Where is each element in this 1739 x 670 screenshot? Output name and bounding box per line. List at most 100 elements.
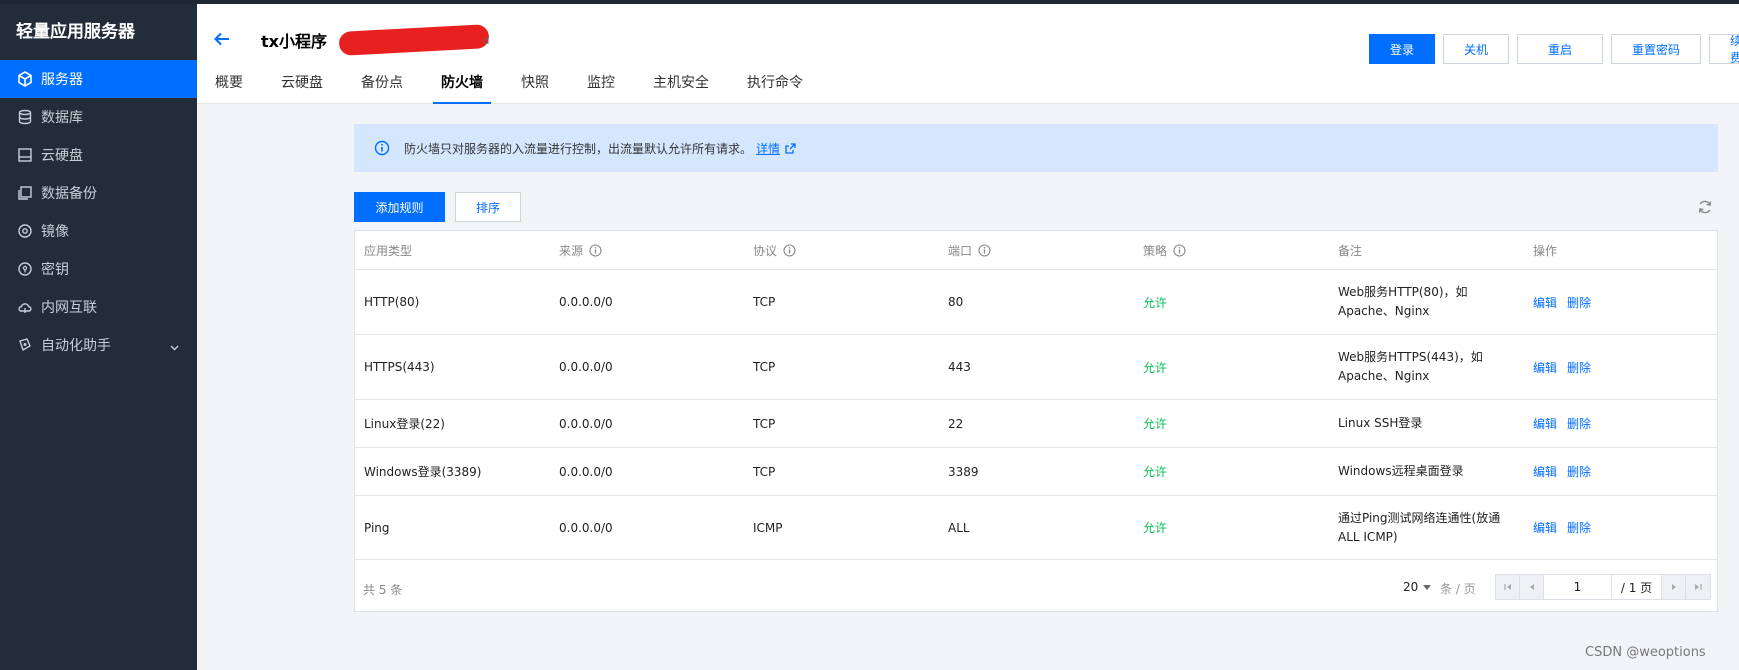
sidebar-item-servers[interactable]: 服务器 <box>0 60 197 98</box>
cell-type: HTTPS(443) <box>364 360 435 374</box>
back-arrow-icon[interactable] <box>213 30 231 48</box>
delete-link[interactable]: 删除 <box>1567 294 1591 311</box>
chevron-down-icon <box>170 339 179 355</box>
sidebar-item-label: 服务器 <box>41 72 83 88</box>
cell-source: 0.0.0.0/0 <box>559 416 613 431</box>
cell-policy: 允许 <box>1143 360 1168 375</box>
sidebar-item-label: 镜像 <box>41 224 69 240</box>
login-button[interactable]: 登录 <box>1369 34 1435 64</box>
tab-firewall[interactable]: 防火墙 <box>433 72 491 104</box>
shutdown-button[interactable]: 关机 <box>1443 34 1509 64</box>
cell-remark: 通过Ping测试网络连通性(放通 ALL ICMP) <box>1338 510 1501 544</box>
pagination: 1 / 1 页 <box>1495 574 1711 600</box>
first-page-icon[interactable] <box>1496 575 1520 599</box>
column-header-source: 来源 <box>559 231 602 269</box>
redaction-tail: d <box>483 36 490 47</box>
page-size-unit: 条 / 页 <box>1440 582 1476 596</box>
cell-type: Ping <box>364 520 390 535</box>
info-icon[interactable] <box>1173 243 1186 257</box>
cell-actions: 编辑 删除 <box>1533 335 1601 399</box>
tab-snapshot[interactable]: 快照 <box>521 72 549 104</box>
firewall-notice: 防火墙只对服务器的入流量进行控制，出流量默认允许所有请求。 详情 <box>354 124 1718 172</box>
cell-port: 80 <box>948 295 964 309</box>
delete-link[interactable]: 删除 <box>1567 519 1591 536</box>
external-link-icon[interactable] <box>785 142 796 154</box>
info-icon[interactable] <box>978 243 991 257</box>
table-row: Windows登录(3389) 0.0.0.0/0 TCP 3389 允许 Wi… <box>355 448 1717 496</box>
cell-port: 22 <box>948 416 964 431</box>
cell-remark: Web服务HTTPS(443)，如 Apache、Nginx <box>1338 350 1483 383</box>
delete-link[interactable]: 删除 <box>1567 463 1591 480</box>
cell-source: 0.0.0.0/0 <box>559 360 613 374</box>
table-row: Ping 0.0.0.0/0 ICMP ALL 允许 通过Ping测试网络连通性… <box>355 496 1717 560</box>
edit-link[interactable]: 编辑 <box>1533 415 1557 432</box>
cell-remark: Linux SSH登录 <box>1338 416 1423 430</box>
sidebar-item-key[interactable]: 密钥 <box>0 250 197 288</box>
info-icon[interactable] <box>783 243 796 257</box>
table-row: HTTP(80) 0.0.0.0/0 TCP 80 允许 Web服务HTTP(8… <box>355 270 1717 335</box>
cell-actions: 编辑 删除 <box>1533 270 1601 334</box>
tab-execute-command[interactable]: 执行命令 <box>747 72 803 104</box>
cell-policy: 允许 <box>1143 295 1168 310</box>
key-icon <box>16 260 34 278</box>
sidebar-item-database[interactable]: 数据库 <box>0 98 197 136</box>
edit-link[interactable]: 编辑 <box>1533 463 1557 480</box>
delete-link[interactable]: 删除 <box>1567 415 1591 432</box>
info-icon <box>374 140 390 156</box>
tab-backup-points[interactable]: 备份点 <box>361 72 403 104</box>
page-number-input[interactable]: 1 <box>1544 575 1612 599</box>
column-header-remark: 备注 <box>1338 243 1363 258</box>
cell-remark: Web服务HTTP(80)，如 Apache、Nginx <box>1338 285 1468 318</box>
network-icon <box>16 298 34 316</box>
cell-port: 3389 <box>948 464 979 479</box>
image-icon <box>16 222 34 240</box>
details-link[interactable]: 详情 <box>756 140 780 157</box>
table-row: HTTPS(443) 0.0.0.0/0 TCP 443 允许 Web服务HTT… <box>355 335 1717 400</box>
add-rule-button[interactable]: 添加规则 <box>354 192 445 222</box>
cell-policy: 允许 <box>1143 521 1168 535</box>
watermark: CSDN @weoptions <box>1585 645 1706 660</box>
sidebar-item-network[interactable]: 内网互联 <box>0 288 197 326</box>
caret-down-icon <box>1423 585 1432 590</box>
column-header-protocol: 协议 <box>753 231 796 269</box>
edit-link[interactable]: 编辑 <box>1533 519 1557 536</box>
tab-monitor[interactable]: 监控 <box>587 72 615 104</box>
notice-text: 防火墙只对服务器的入流量进行控制，出流量默认允许所有请求。 <box>404 141 753 156</box>
tab-bar: 概要 云硬盘 备份点 防火墙 快照 监控 主机安全 执行命令 <box>215 72 803 104</box>
tab-overview[interactable]: 概要 <box>215 72 243 104</box>
cell-port: 443 <box>948 360 971 374</box>
sidebar-item-cloud-disk[interactable]: 云硬盘 <box>0 136 197 174</box>
delete-link[interactable]: 删除 <box>1567 359 1591 376</box>
sidebar-item-label: 密钥 <box>41 262 69 278</box>
tab-host-security[interactable]: 主机安全 <box>653 72 709 104</box>
sidebar-item-backup[interactable]: 数据备份 <box>0 174 197 212</box>
column-header-policy: 策略 <box>1143 231 1186 269</box>
cell-actions: 编辑 删除 <box>1533 448 1601 495</box>
sidebar: 轻量应用服务器 服务器 数据库 云硬盘 数据备份 镜像 密钥 内网互联 自动化助… <box>0 4 197 670</box>
disk-icon <box>16 146 34 164</box>
refresh-icon[interactable] <box>1697 199 1713 215</box>
page-size-select[interactable]: 20 <box>1403 580 1432 594</box>
restart-button[interactable]: 重启 <box>1517 34 1603 64</box>
sort-button[interactable]: 排序 <box>455 192 521 222</box>
cell-policy: 允许 <box>1143 465 1168 479</box>
tab-cloud-disk[interactable]: 云硬盘 <box>281 72 323 104</box>
renew-button[interactable]: 续费 <box>1709 34 1739 65</box>
table-row: Linux登录(22) 0.0.0.0/0 TCP 22 允许 Linux SS… <box>355 400 1717 448</box>
reset-password-button[interactable]: 重置密码 <box>1611 34 1701 64</box>
column-header-type: 应用类型 <box>364 243 413 258</box>
info-icon[interactable] <box>589 243 602 257</box>
prev-page-icon[interactable] <box>1520 575 1544 599</box>
sidebar-item-automation[interactable]: 自动化助手 <box>0 326 197 364</box>
next-page-icon[interactable] <box>1662 575 1686 599</box>
edit-link[interactable]: 编辑 <box>1533 294 1557 311</box>
cell-type: HTTP(80) <box>364 295 420 309</box>
last-page-icon[interactable] <box>1686 575 1710 599</box>
sidebar-item-image[interactable]: 镜像 <box>0 212 197 250</box>
sidebar-item-label: 数据库 <box>41 110 83 126</box>
cell-port: ALL <box>948 520 970 535</box>
edit-link[interactable]: 编辑 <box>1533 359 1557 376</box>
sidebar-item-label: 内网互联 <box>41 300 97 316</box>
cube-icon <box>16 70 34 88</box>
automation-icon <box>16 336 34 354</box>
